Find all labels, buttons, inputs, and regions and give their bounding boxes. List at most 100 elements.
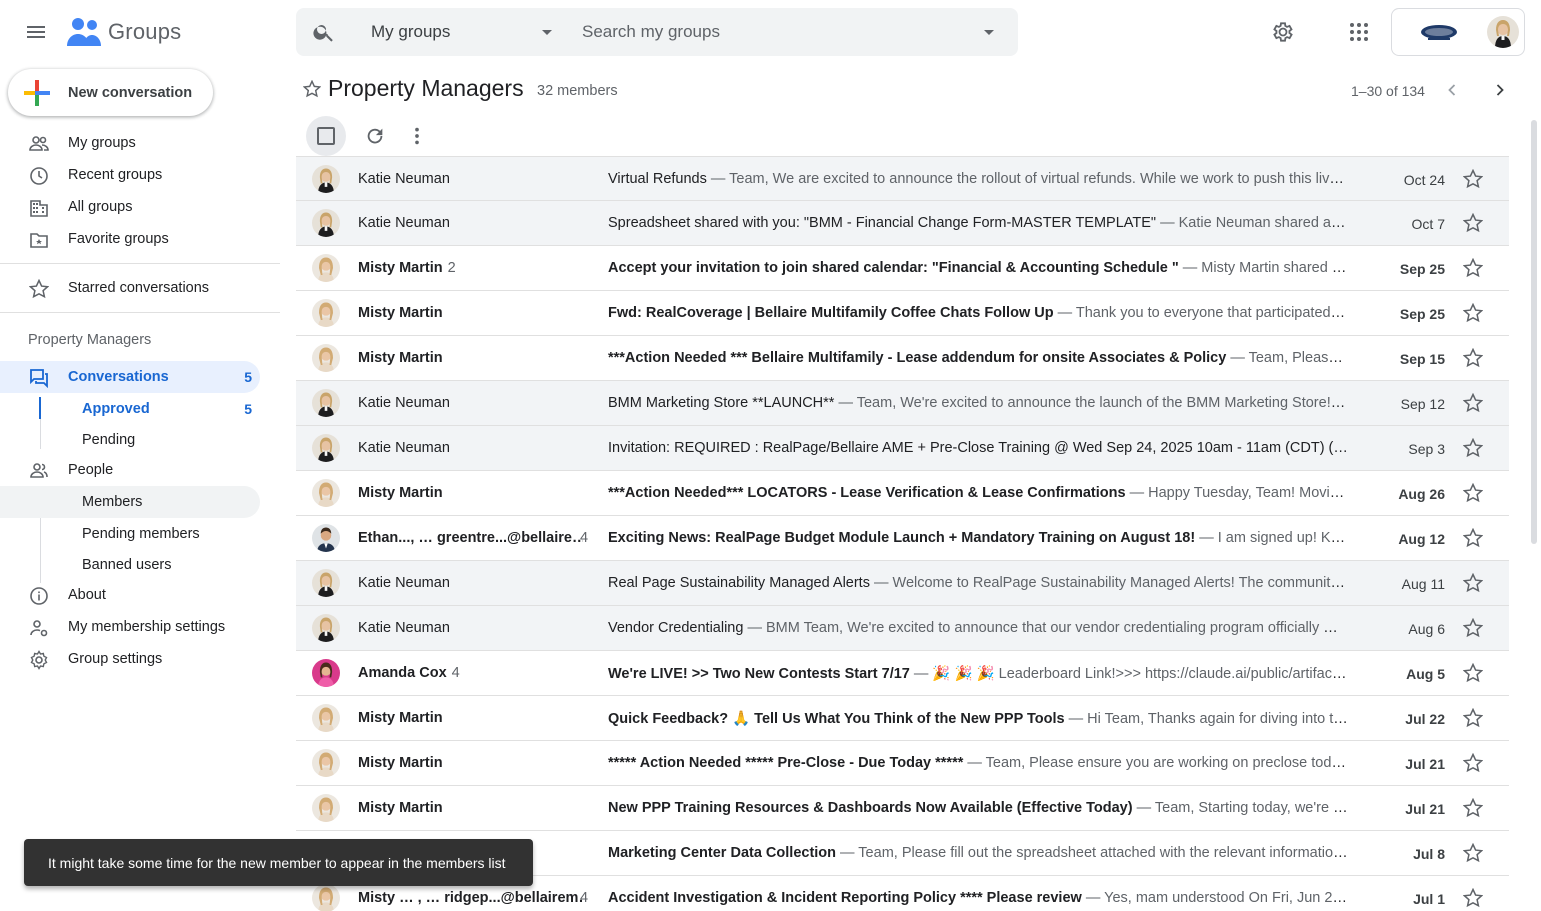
conversation-row[interactable]: Misty Martin Fwd: RealCoverage | Bellaire…: [296, 291, 1509, 336]
star-button[interactable]: [1463, 528, 1483, 548]
star-button[interactable]: [1463, 798, 1483, 818]
conversation-row[interactable]: Katie Neuman Real Page Sustainability Man…: [296, 561, 1509, 606]
conversation-subject: Fwd: RealCoverage | Bellaire Multifamily…: [608, 305, 1054, 321]
avatar[interactable]: [1487, 16, 1519, 48]
conversation-subject: Invitation: REQUIRED : RealPage/Bellaire…: [608, 440, 1348, 456]
star-button[interactable]: [1463, 348, 1483, 368]
account-switcher[interactable]: [1391, 8, 1525, 56]
star-button[interactable]: [1463, 618, 1483, 638]
chevron-right-icon[interactable]: [1490, 80, 1510, 100]
new-conversation-button[interactable]: New conversation: [8, 69, 213, 116]
conversation-snippet: — 🎉 🎉 🎉 Leaderboard Link!>>> https://cla…: [909, 666, 1348, 682]
avatar: [312, 614, 340, 642]
conversation-row[interactable]: Katie Neuman Invitation: REQUIRED : RealP…: [296, 426, 1509, 471]
conversation-snippet: — Team, We are excited to announce the r…: [710, 171, 1348, 187]
divider: [0, 312, 280, 313]
favorite-star-icon[interactable]: [303, 80, 321, 98]
star-icon: [1463, 573, 1483, 593]
conversation-row[interactable]: Misty Martin ***Action Needed*** LOCATORS…: [296, 471, 1509, 516]
star-icon: [1463, 663, 1483, 683]
conversation-row[interactable]: Katie Neuman Vendor Credentialing — BMM T…: [296, 606, 1509, 651]
conversation-snippet: — Hi Team, Thanks again for diving into …: [1068, 711, 1348, 727]
star-button[interactable]: [1463, 663, 1483, 683]
nav-banned-users[interactable]: Banned users: [0, 549, 260, 581]
sidebar: New conversation My groups Recent groups…: [0, 64, 280, 911]
more-vert-icon[interactable]: [406, 125, 428, 147]
nav-conversations[interactable]: Conversations 5: [0, 361, 260, 393]
settings-button[interactable]: [1263, 12, 1303, 52]
nav-group-settings[interactable]: Group settings: [0, 643, 260, 675]
select-all-checkbox[interactable]: [306, 116, 346, 156]
nav-approved[interactable]: Approved 5: [0, 393, 260, 425]
members-count[interactable]: 32 members: [537, 83, 618, 99]
conversation-snippet: — Team, Please see the attached: [1230, 350, 1348, 366]
nav-my-groups[interactable]: My groups: [0, 127, 260, 159]
message-count: 4: [451, 665, 460, 681]
conversation-row[interactable]: Misty Martin ***** Action Needed ***** Pr…: [296, 741, 1509, 786]
nav-recent-groups[interactable]: Recent groups: [0, 159, 260, 191]
conversation-row[interactable]: Katie Neuman Spreadsheet shared with you:…: [296, 201, 1509, 246]
nav-members[interactable]: Members: [0, 486, 260, 518]
search-icon[interactable]: [312, 20, 336, 44]
search-input[interactable]: [582, 18, 962, 46]
star-button[interactable]: [1463, 258, 1483, 278]
conversation-row[interactable]: Misty Martin New PPP Training Resources &…: [296, 786, 1509, 831]
star-button[interactable]: [1463, 573, 1483, 593]
nav-membership-settings[interactable]: My membership settings: [0, 611, 260, 643]
star-button[interactable]: [1463, 483, 1483, 503]
conversation-subject: We're LIVE! >> Two New Contests Start 7/…: [608, 666, 910, 682]
avatar: [312, 524, 340, 552]
star-button[interactable]: [1463, 213, 1483, 233]
conversation-row[interactable]: Misty Martin 2 Accept your invitation to j…: [296, 246, 1509, 291]
sender-name: Misty Martin 2: [358, 260, 456, 276]
gear-icon: [30, 650, 48, 670]
avatar: [312, 299, 340, 327]
main-menu-button[interactable]: [16, 12, 56, 52]
conversation-snippet: — BMM Team, We're excited to announce th…: [743, 620, 1348, 636]
star-icon: [1463, 258, 1483, 278]
nav-starred-conversations[interactable]: Starred conversations: [0, 272, 260, 304]
nav-all-groups[interactable]: All groups: [0, 191, 260, 223]
conversation-row[interactable]: Misty Martin Quick Feedback? 🙏 Tell Us Wh…: [296, 696, 1509, 741]
info-icon: [30, 587, 48, 605]
conversation-subject: ***** Action Needed ***** Pre-Close - Du…: [608, 755, 964, 771]
chevron-left-icon[interactable]: [1442, 80, 1462, 100]
nav-people[interactable]: People: [0, 454, 260, 486]
nav-pending[interactable]: Pending: [0, 424, 260, 456]
star-button[interactable]: [1463, 888, 1483, 908]
star-button[interactable]: [1463, 708, 1483, 728]
refresh-icon[interactable]: [364, 125, 386, 147]
search-scope-select[interactable]: My groups: [371, 22, 450, 42]
groups-logo[interactable]: Groups: [66, 16, 181, 48]
avatar: [312, 389, 340, 417]
conversation-row[interactable]: Katie Neuman Virtual Refunds — Team, We a…: [296, 156, 1509, 201]
nav-pending-members[interactable]: Pending members: [0, 518, 260, 550]
nav-about[interactable]: About: [0, 579, 260, 611]
conversation-date: Oct 24: [1403, 172, 1445, 188]
star-button[interactable]: [1463, 169, 1483, 189]
conversation-snippet: — I am signed up! Kind Regards: [1199, 530, 1348, 546]
conversation-snippet: — Misty Martin shared a calendar: [1182, 260, 1348, 276]
sender-name: Misty Martin: [358, 800, 443, 816]
conversation-row[interactable]: Ethan..., … greentre...@bellaire… 4 Exciti…: [296, 516, 1509, 561]
star-button[interactable]: [1463, 438, 1483, 458]
apps-button[interactable]: [1339, 12, 1379, 52]
chevron-down-icon[interactable]: [542, 30, 552, 35]
conversation-date: Aug 5: [1406, 666, 1445, 682]
search-options-icon[interactable]: [984, 30, 994, 35]
star-button[interactable]: [1463, 843, 1483, 863]
conversation-preview: ***Action Needed *** Bellaire Multifamil…: [608, 350, 1348, 366]
conversation-row[interactable]: Amanda Cox 4 We're LIVE! >> Two New Contes…: [296, 651, 1509, 696]
conversation-row[interactable]: Katie Neuman BMM Marketing Store **LAUNCH…: [296, 381, 1509, 426]
conversation-subject: Spreadsheet shared with you: "BMM - Fina…: [608, 215, 1157, 231]
conversation-preview: New PPP Training Resources & Dashboards …: [608, 800, 1348, 816]
star-button[interactable]: [1463, 753, 1483, 773]
nav-favorite-groups[interactable]: Favorite groups: [0, 223, 260, 255]
conversation-date: Aug 11: [1401, 576, 1445, 592]
star-button[interactable]: [1463, 393, 1483, 413]
star-button[interactable]: [1463, 303, 1483, 323]
conversation-preview: Exciting News: RealPage Budget Module La…: [608, 530, 1348, 546]
conversation-row[interactable]: Misty Martin ***Action Needed *** Bellair…: [296, 336, 1509, 381]
conversation-preview: Virtual Refunds — Team, We are excited t…: [608, 171, 1348, 187]
scrollbar[interactable]: [1531, 120, 1537, 544]
